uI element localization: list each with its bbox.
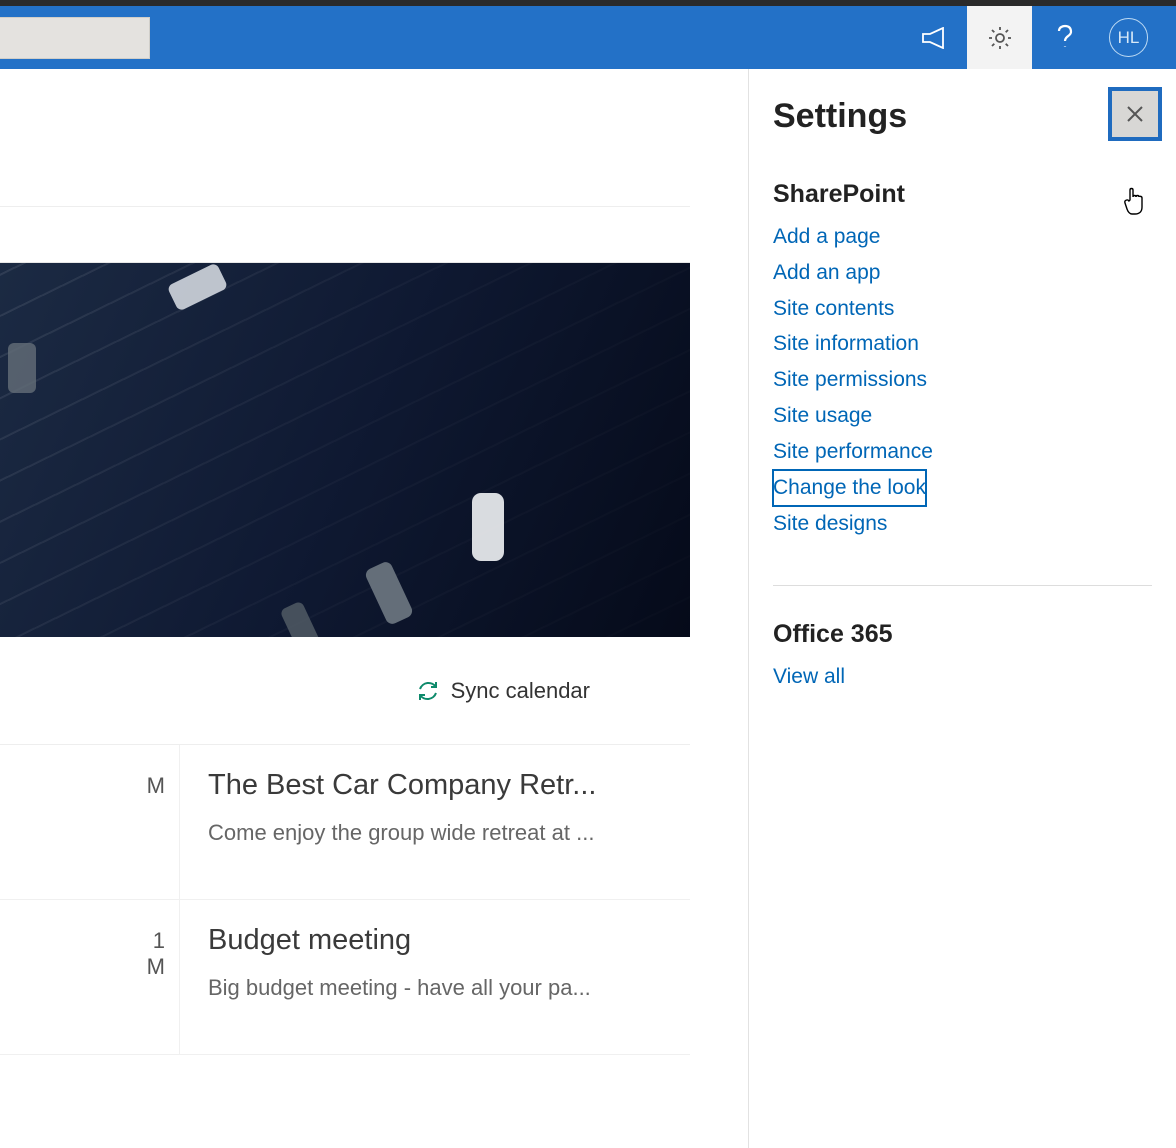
gear-icon: [987, 25, 1013, 51]
suite-header: HL: [0, 6, 1176, 69]
event-title: Budget meeting: [208, 924, 664, 957]
close-icon: [1124, 103, 1146, 125]
divider: [773, 585, 1152, 586]
page-header-area: [0, 69, 690, 207]
link-site-information[interactable]: Site information: [773, 326, 919, 362]
event-description: Come enjoy the group wide retreat at ...: [208, 820, 664, 846]
megaphone-icon: [921, 27, 949, 49]
event-time: M: [0, 745, 180, 899]
sync-icon: [416, 679, 440, 703]
sync-calendar-button[interactable]: Sync calendar: [416, 678, 590, 704]
search-input[interactable]: [0, 17, 150, 59]
event-time: 1 M: [0, 900, 180, 1054]
link-site-designs[interactable]: Site designs: [773, 506, 887, 542]
sync-calendar-label: Sync calendar: [451, 678, 590, 704]
command-bar: [0, 207, 690, 263]
event-item[interactable]: M The Best Car Company Retr... Come enjo…: [0, 745, 690, 900]
link-site-performance[interactable]: Site performance: [773, 434, 933, 470]
settings-section-heading: SharePoint: [773, 180, 1152, 209]
page-content: Sync calendar M The Best Car Company Ret…: [0, 69, 690, 1148]
help-icon: [1056, 24, 1074, 52]
link-add-a-page[interactable]: Add a page: [773, 219, 880, 255]
settings-button[interactable]: [967, 6, 1032, 69]
link-site-usage[interactable]: Site usage: [773, 398, 872, 434]
events-list: M The Best Car Company Retr... Come enjo…: [0, 745, 690, 1055]
hero-image: [0, 263, 690, 637]
link-site-permissions[interactable]: Site permissions: [773, 362, 927, 398]
settings-panel: Settings SharePoint Add a page Add an ap…: [748, 69, 1176, 1148]
link-add-an-app[interactable]: Add an app: [773, 255, 880, 291]
event-description: Big budget meeting - have all your pa...: [208, 975, 664, 1001]
sharepoint-links: Add a page Add an app Site contents Site…: [773, 219, 1152, 541]
link-change-the-look[interactable]: Change the look: [773, 470, 926, 506]
close-button[interactable]: [1108, 87, 1162, 141]
calendar-toolbar: Sync calendar: [0, 637, 690, 745]
link-site-contents[interactable]: Site contents: [773, 291, 894, 327]
settings-section-heading: Office 365: [773, 620, 1152, 649]
event-item[interactable]: 1 M Budget meeting Big budget meeting - …: [0, 900, 690, 1055]
link-view-all[interactable]: View all: [773, 659, 845, 695]
office365-links: View all: [773, 659, 1152, 695]
megaphone-button[interactable]: [902, 6, 967, 69]
event-title: The Best Car Company Retr...: [208, 769, 664, 802]
help-button[interactable]: [1032, 6, 1097, 69]
settings-panel-title: Settings: [773, 97, 1152, 136]
avatar[interactable]: HL: [1109, 18, 1148, 57]
avatar-initials: HL: [1118, 28, 1140, 48]
